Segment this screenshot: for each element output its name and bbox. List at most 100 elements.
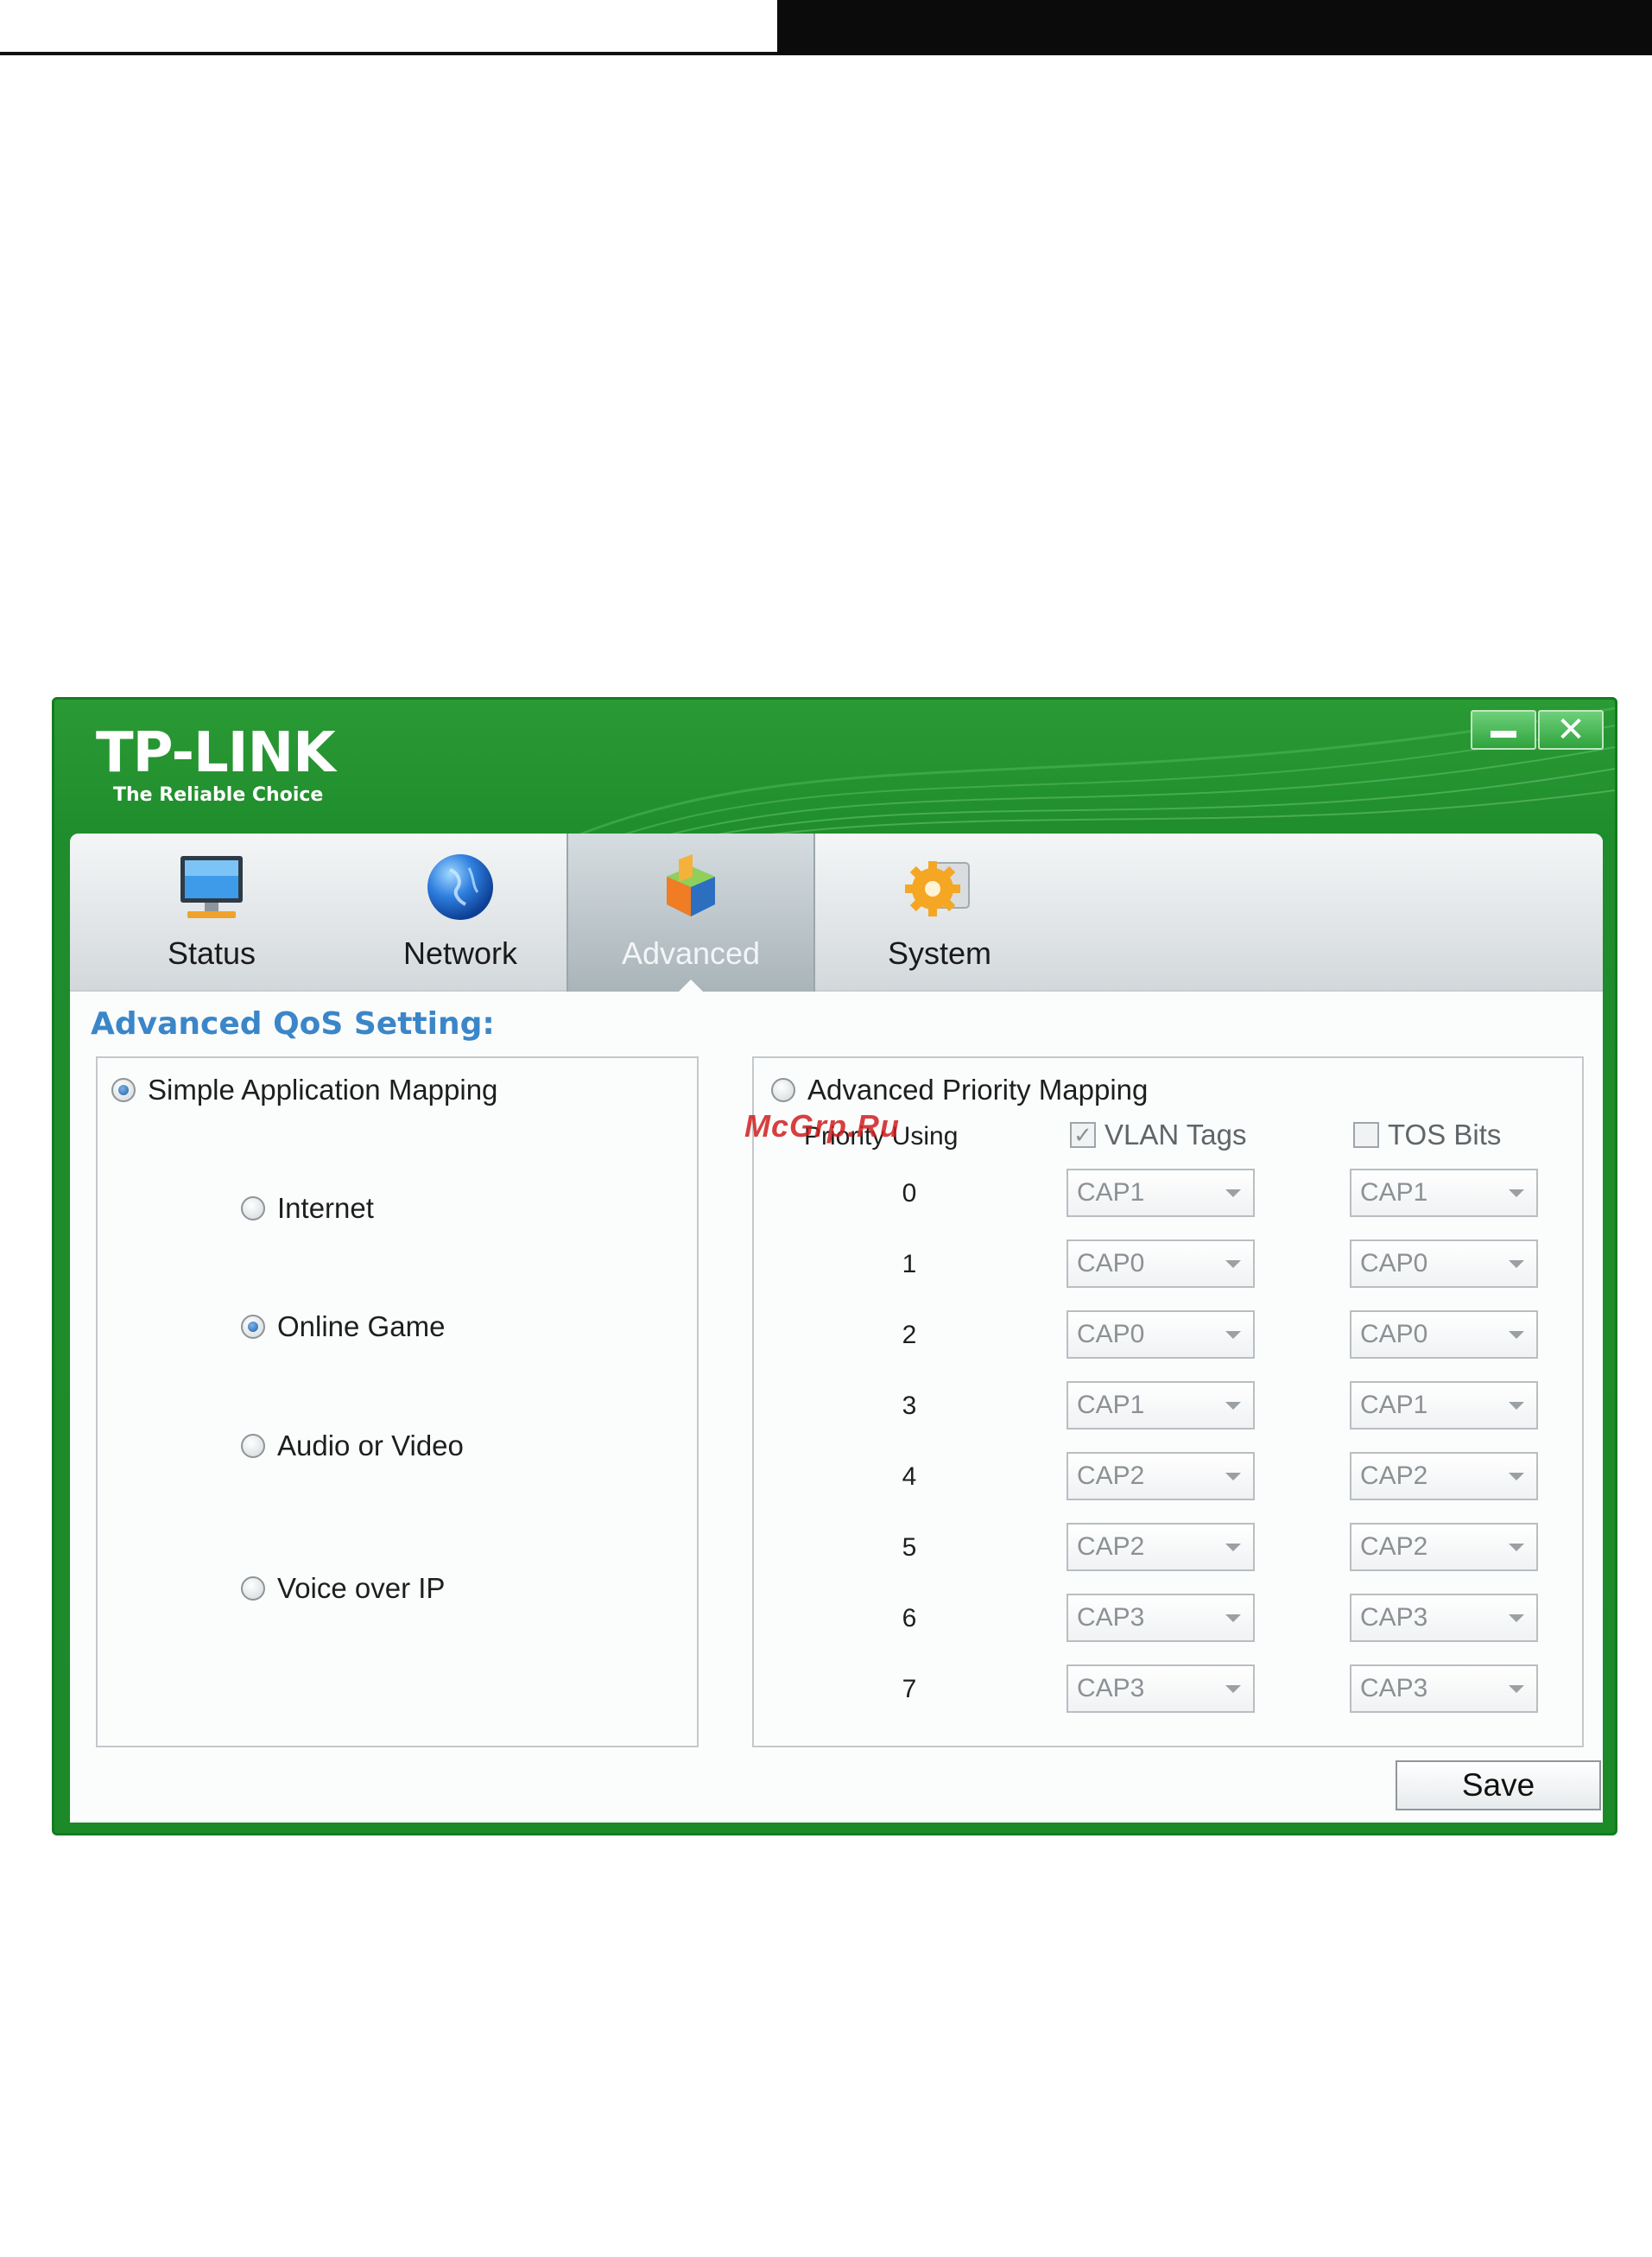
dropdown-arrow-icon [1509,1614,1524,1622]
priority-number: 2 [902,1321,917,1349]
vlan-cap-select[interactable]: CAP0 [1067,1310,1255,1359]
minimize-button[interactable] [1471,710,1536,750]
tos-cap-value: CAP2 [1360,1532,1428,1561]
simple-mapping-radio[interactable]: Simple Application Mapping [111,1074,497,1106]
priority-number: 1 [902,1250,917,1278]
gear-icon [905,861,970,916]
main-content: Status Network Advanced System Advanced … [70,834,1603,1823]
tab-status-label: Status [167,935,256,971]
dropdown-arrow-icon [1225,1402,1241,1410]
chart-cube-icon [667,854,715,916]
advanced-mapping-panel: Advanced Priority Mapping Priority Using… [752,1056,1584,1747]
vlan-cap-select[interactable]: CAP2 [1067,1523,1255,1571]
tos-cap-select[interactable]: CAP0 [1350,1239,1538,1288]
dropdown-arrow-icon [1509,1685,1524,1693]
vlan-tags-label: VLAN Tags [1104,1119,1247,1151]
vlan-cap-value: CAP3 [1077,1674,1145,1702]
option-audio-video-label: Audio or Video [277,1430,464,1461]
dropdown-arrow-icon [1225,1331,1241,1339]
tos-cap-value: CAP0 [1360,1320,1428,1348]
vlan-cap-select[interactable]: CAP1 [1067,1381,1255,1430]
tos-cap-select[interactable]: CAP2 [1350,1452,1538,1500]
dropdown-arrow-icon [1225,1260,1241,1268]
page-title: Advanced QoS Setting: [91,1006,495,1042]
vlan-cap-value: CAP1 [1077,1391,1145,1419]
radio-simple-mapping[interactable] [111,1078,136,1102]
dropdown-arrow-icon [1225,1614,1241,1622]
tos-cap-value: CAP2 [1360,1461,1428,1490]
priority-number: 6 [902,1604,917,1633]
vlan-cap-value: CAP1 [1077,1178,1145,1207]
close-icon: ✕ [1556,711,1586,749]
tp-link-logo: TP-LINK The Reliable Choice [96,721,336,806]
dropdown-arrow-icon [1509,1473,1524,1480]
advanced-mapping-radio[interactable]: Advanced Priority Mapping [771,1074,1148,1106]
tab-advanced[interactable]: Advanced [566,834,815,993]
dropdown-arrow-icon [1509,1331,1524,1339]
vlan-cap-select[interactable]: CAP3 [1067,1664,1255,1713]
monitor-icon [180,856,243,918]
tab-system-label: System [887,935,992,971]
active-tab-pointer [677,980,705,993]
dropdown-arrow-icon [1509,1402,1524,1410]
radio-internet[interactable] [241,1196,265,1220]
tos-cap-select[interactable]: CAP0 [1350,1310,1538,1359]
vlan-cap-select[interactable]: CAP0 [1067,1239,1255,1288]
tos-cap-select[interactable]: CAP3 [1350,1594,1538,1642]
priority-number: 5 [902,1533,917,1562]
tos-cap-select[interactable]: CAP1 [1350,1169,1538,1217]
radio-online-game[interactable] [241,1315,265,1339]
vlan-cap-select[interactable]: CAP3 [1067,1594,1255,1642]
option-online-game-label: Online Game [277,1310,446,1342]
tos-cap-value: CAP1 [1360,1391,1428,1419]
tab-network-label: Network [402,935,518,971]
tos-cap-value: CAP3 [1360,1674,1428,1702]
tos-cap-value: CAP1 [1360,1178,1428,1207]
save-button[interactable]: Save [1396,1760,1601,1810]
tab-system[interactable]: System [815,834,1064,992]
vlan-cap-select[interactable]: CAP1 [1067,1169,1255,1217]
dropdown-arrow-icon [1225,1685,1241,1693]
tos-bits-checkbox[interactable]: TOS Bits [1353,1119,1501,1151]
watermark-text: McGrp.Ru [744,1108,901,1144]
vlan-check-icon[interactable]: ✓ [1070,1122,1096,1148]
vlan-tags-checkbox[interactable]: ✓ VLAN Tags [1070,1119,1246,1151]
brand-name: TP-LINK [96,721,336,785]
tos-bits-label: TOS Bits [1388,1119,1502,1151]
option-audio-video[interactable]: Audio or Video [241,1430,464,1462]
page-header-bar [777,0,1652,55]
tos-cap-select[interactable]: CAP2 [1350,1523,1538,1571]
tos-cap-select[interactable]: CAP1 [1350,1381,1538,1430]
tos-cap-value: CAP0 [1360,1249,1428,1277]
option-internet[interactable]: Internet [241,1192,374,1225]
advanced-mapping-label: Advanced Priority Mapping [807,1074,1149,1106]
priority-number: 7 [902,1675,917,1703]
tab-status[interactable]: Status [87,834,336,992]
priority-number: 4 [902,1462,917,1491]
dropdown-arrow-icon [1225,1189,1241,1197]
dropdown-arrow-icon [1509,1544,1524,1551]
tos-cap-value: CAP3 [1360,1603,1428,1632]
option-voip[interactable]: Voice over IP [241,1572,445,1605]
vlan-cap-select[interactable]: CAP2 [1067,1452,1255,1500]
option-voip-label: Voice over IP [277,1572,446,1604]
dropdown-arrow-icon [1225,1544,1241,1551]
page-header-rule [0,52,780,55]
tos-cap-select[interactable]: CAP3 [1350,1664,1538,1713]
vlan-cap-value: CAP0 [1077,1320,1145,1348]
tab-network[interactable]: Network [336,834,585,992]
radio-advanced-mapping[interactable] [771,1078,795,1102]
vlan-cap-value: CAP2 [1077,1532,1145,1561]
brand-tagline: The Reliable Choice [113,784,324,806]
tos-checkbox-box[interactable] [1353,1122,1379,1148]
vlan-cap-value: CAP3 [1077,1603,1145,1632]
tab-advanced-label: Advanced [621,935,761,971]
close-button[interactable]: ✕ [1538,710,1604,750]
option-online-game[interactable]: Online Game [241,1310,445,1343]
simple-mapping-panel: Simple Application Mapping Internet Onli… [96,1056,699,1747]
priority-number: 3 [902,1392,917,1420]
minimize-icon [1491,731,1516,738]
radio-voip[interactable] [241,1576,265,1601]
vlan-cap-value: CAP0 [1077,1249,1145,1277]
radio-audio-video[interactable] [241,1434,265,1458]
